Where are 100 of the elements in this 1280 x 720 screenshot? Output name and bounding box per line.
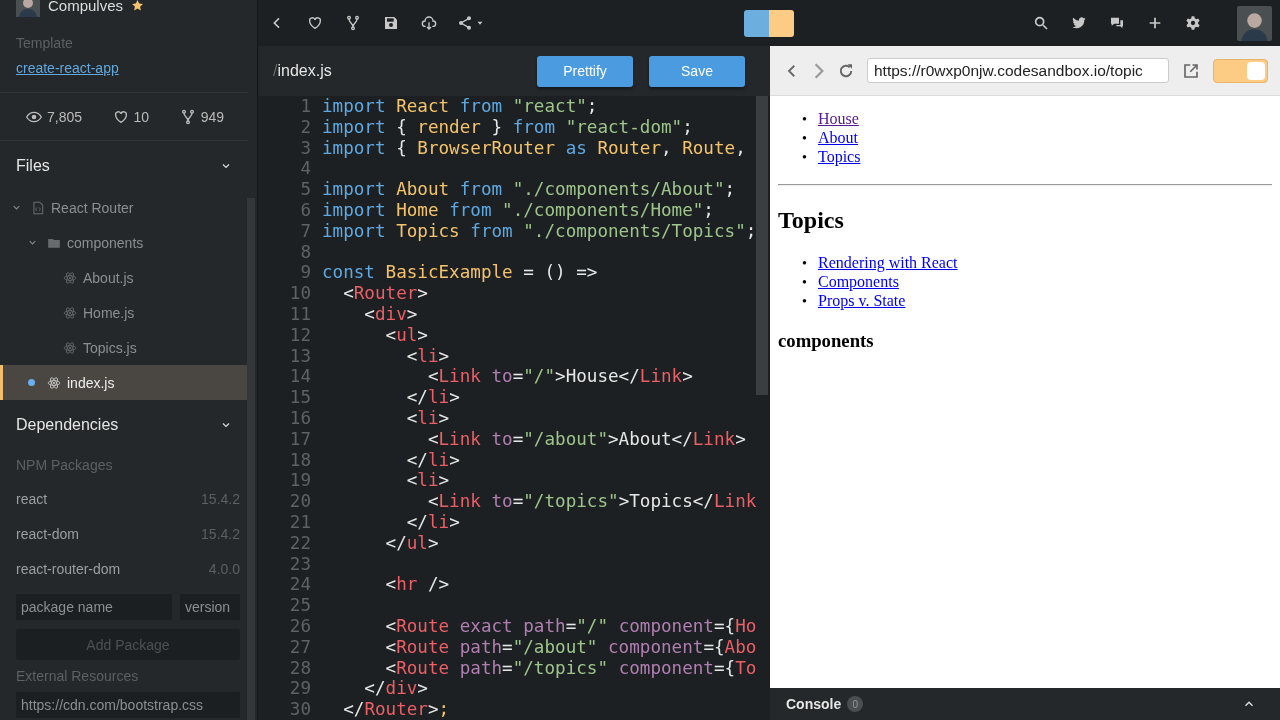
page-link[interactable]: House bbox=[818, 110, 859, 128]
line-number: 9 bbox=[299, 262, 311, 284]
template-link[interactable]: create-react-app bbox=[16, 60, 119, 76]
console-bar[interactable]: Console 0 bbox=[770, 688, 1280, 720]
user-avatar[interactable] bbox=[1237, 5, 1272, 41]
line-number: 10 bbox=[288, 283, 311, 304]
line-number: 29 bbox=[288, 678, 311, 700]
page-link[interactable]: About bbox=[818, 129, 858, 147]
resource-url-field[interactable]: https://cdn.com/bootstrap.css bbox=[16, 692, 240, 718]
bullet: • bbox=[802, 255, 808, 273]
line-number: 26 bbox=[288, 615, 311, 637]
star-icon bbox=[131, 0, 145, 12]
line-number: 27 bbox=[288, 636, 311, 658]
user-name: Compulves bbox=[48, 0, 124, 14]
package-version: 15.4.2 bbox=[201, 525, 240, 542]
user-avatar[interactable] bbox=[16, 0, 40, 17]
file-tree-item[interactable]: React Router bbox=[0, 190, 248, 225]
bullet: • bbox=[802, 130, 808, 148]
scrollbar[interactable] bbox=[247, 198, 255, 720]
stat-count: 10 bbox=[133, 108, 150, 125]
line-number: 22 bbox=[288, 532, 311, 554]
version-field[interactable]: version bbox=[180, 594, 240, 620]
code-line: <Route path="/about" component={Abo bbox=[384, 636, 757, 658]
page-link[interactable]: Topics bbox=[818, 148, 861, 166]
line-number: 17 bbox=[288, 428, 311, 450]
package-version: 15.4.2 bbox=[201, 490, 240, 507]
line-number: 30 bbox=[288, 699, 311, 720]
chevron-right-icon bbox=[812, 61, 825, 80]
line-number: 3 bbox=[299, 137, 311, 159]
code-line: <Router> bbox=[342, 283, 428, 304]
atom-icon bbox=[63, 305, 77, 320]
package-name-field[interactable]: package name bbox=[16, 594, 172, 620]
line-number: 28 bbox=[288, 657, 311, 679]
code-line: <li> bbox=[405, 470, 450, 492]
share-icon bbox=[457, 15, 473, 31]
file-tree-item[interactable]: index.js bbox=[0, 365, 248, 400]
line-number: 14 bbox=[288, 366, 311, 388]
plus-icon bbox=[1147, 15, 1163, 31]
line-number: 6 bbox=[299, 200, 311, 221]
file-tree-item[interactable]: Home.js bbox=[0, 295, 248, 330]
heart-icon bbox=[307, 15, 323, 31]
line-number: 24 bbox=[288, 574, 311, 596]
line-number: 11 bbox=[288, 303, 311, 325]
file-tree-item[interactable]: Topics.js bbox=[0, 330, 248, 365]
code-line: <li> bbox=[405, 345, 450, 367]
line-number: 1 bbox=[299, 96, 311, 117]
page-heading: Topics bbox=[778, 206, 845, 234]
code-line: <Link to="/">House</Link> bbox=[426, 366, 693, 388]
code-line: </div> bbox=[363, 678, 428, 700]
stat-count: 7,805 bbox=[47, 108, 83, 125]
line-number: 15 bbox=[288, 387, 311, 408]
code-line: <Route path="/topics" component={To bbox=[384, 657, 757, 679]
cloud-download-icon bbox=[421, 15, 437, 31]
npm-packages-label: NPM Packages bbox=[16, 456, 114, 475]
stat-count: 949 bbox=[200, 108, 224, 125]
settings-icon bbox=[1185, 15, 1201, 31]
search-icon bbox=[1033, 15, 1049, 31]
bullet: • bbox=[802, 111, 808, 129]
line-number: 5 bbox=[299, 179, 311, 200]
bullet: • bbox=[802, 149, 808, 167]
file-tree-item[interactable]: components bbox=[0, 225, 248, 260]
code-line: <ul> bbox=[384, 324, 428, 346]
external-link-icon bbox=[1182, 61, 1200, 80]
code-line: import React from "react"; bbox=[322, 96, 598, 117]
scrollbar[interactable] bbox=[756, 96, 768, 395]
file-name: index.js bbox=[277, 62, 332, 80]
atom-icon bbox=[47, 375, 61, 390]
url-field[interactable]: https://r0wxp0njw.codesandbox.io/topic bbox=[867, 58, 1169, 83]
fork-icon bbox=[345, 15, 361, 31]
code-line: const BasicExample = () => bbox=[322, 262, 598, 284]
code-line: </li> bbox=[405, 449, 460, 471]
package-name: react-router-dom bbox=[16, 560, 121, 577]
section-header[interactable]: Files bbox=[0, 141, 248, 190]
line-number: 25 bbox=[288, 595, 311, 616]
bullet: • bbox=[802, 293, 808, 311]
active-dot bbox=[28, 379, 35, 386]
template-label: Template bbox=[16, 35, 74, 51]
line-number: 20 bbox=[288, 491, 311, 512]
bullet: • bbox=[802, 274, 808, 292]
code-line: </ul> bbox=[384, 532, 439, 554]
line-number: 18 bbox=[288, 449, 311, 471]
code-line: <li> bbox=[405, 407, 450, 429]
bird-icon bbox=[1071, 15, 1087, 31]
page-subheading: components bbox=[778, 330, 875, 352]
external-resources-label: External Resources bbox=[16, 667, 140, 686]
line-number: 16 bbox=[288, 407, 311, 429]
line-number: 19 bbox=[288, 470, 311, 492]
section-header[interactable]: Dependencies bbox=[0, 400, 248, 449]
code-line: <Link to="/topics">Topics</Link bbox=[426, 491, 757, 512]
file-tree-item[interactable]: About.js bbox=[0, 260, 248, 295]
line-number: 2 bbox=[299, 116, 311, 138]
code-line: <div> bbox=[363, 303, 418, 325]
page-link[interactable]: Props v. State bbox=[818, 292, 906, 310]
code-line: import Home from "./components/Home"; bbox=[322, 200, 714, 221]
page-link[interactable]: Rendering with React bbox=[818, 254, 958, 272]
toggle-switch[interactable] bbox=[1213, 58, 1268, 83]
page-link[interactable]: Components bbox=[818, 273, 899, 291]
atom-icon bbox=[63, 270, 77, 285]
code-line: <hr /> bbox=[384, 574, 450, 596]
view-toggle[interactable] bbox=[744, 9, 794, 37]
